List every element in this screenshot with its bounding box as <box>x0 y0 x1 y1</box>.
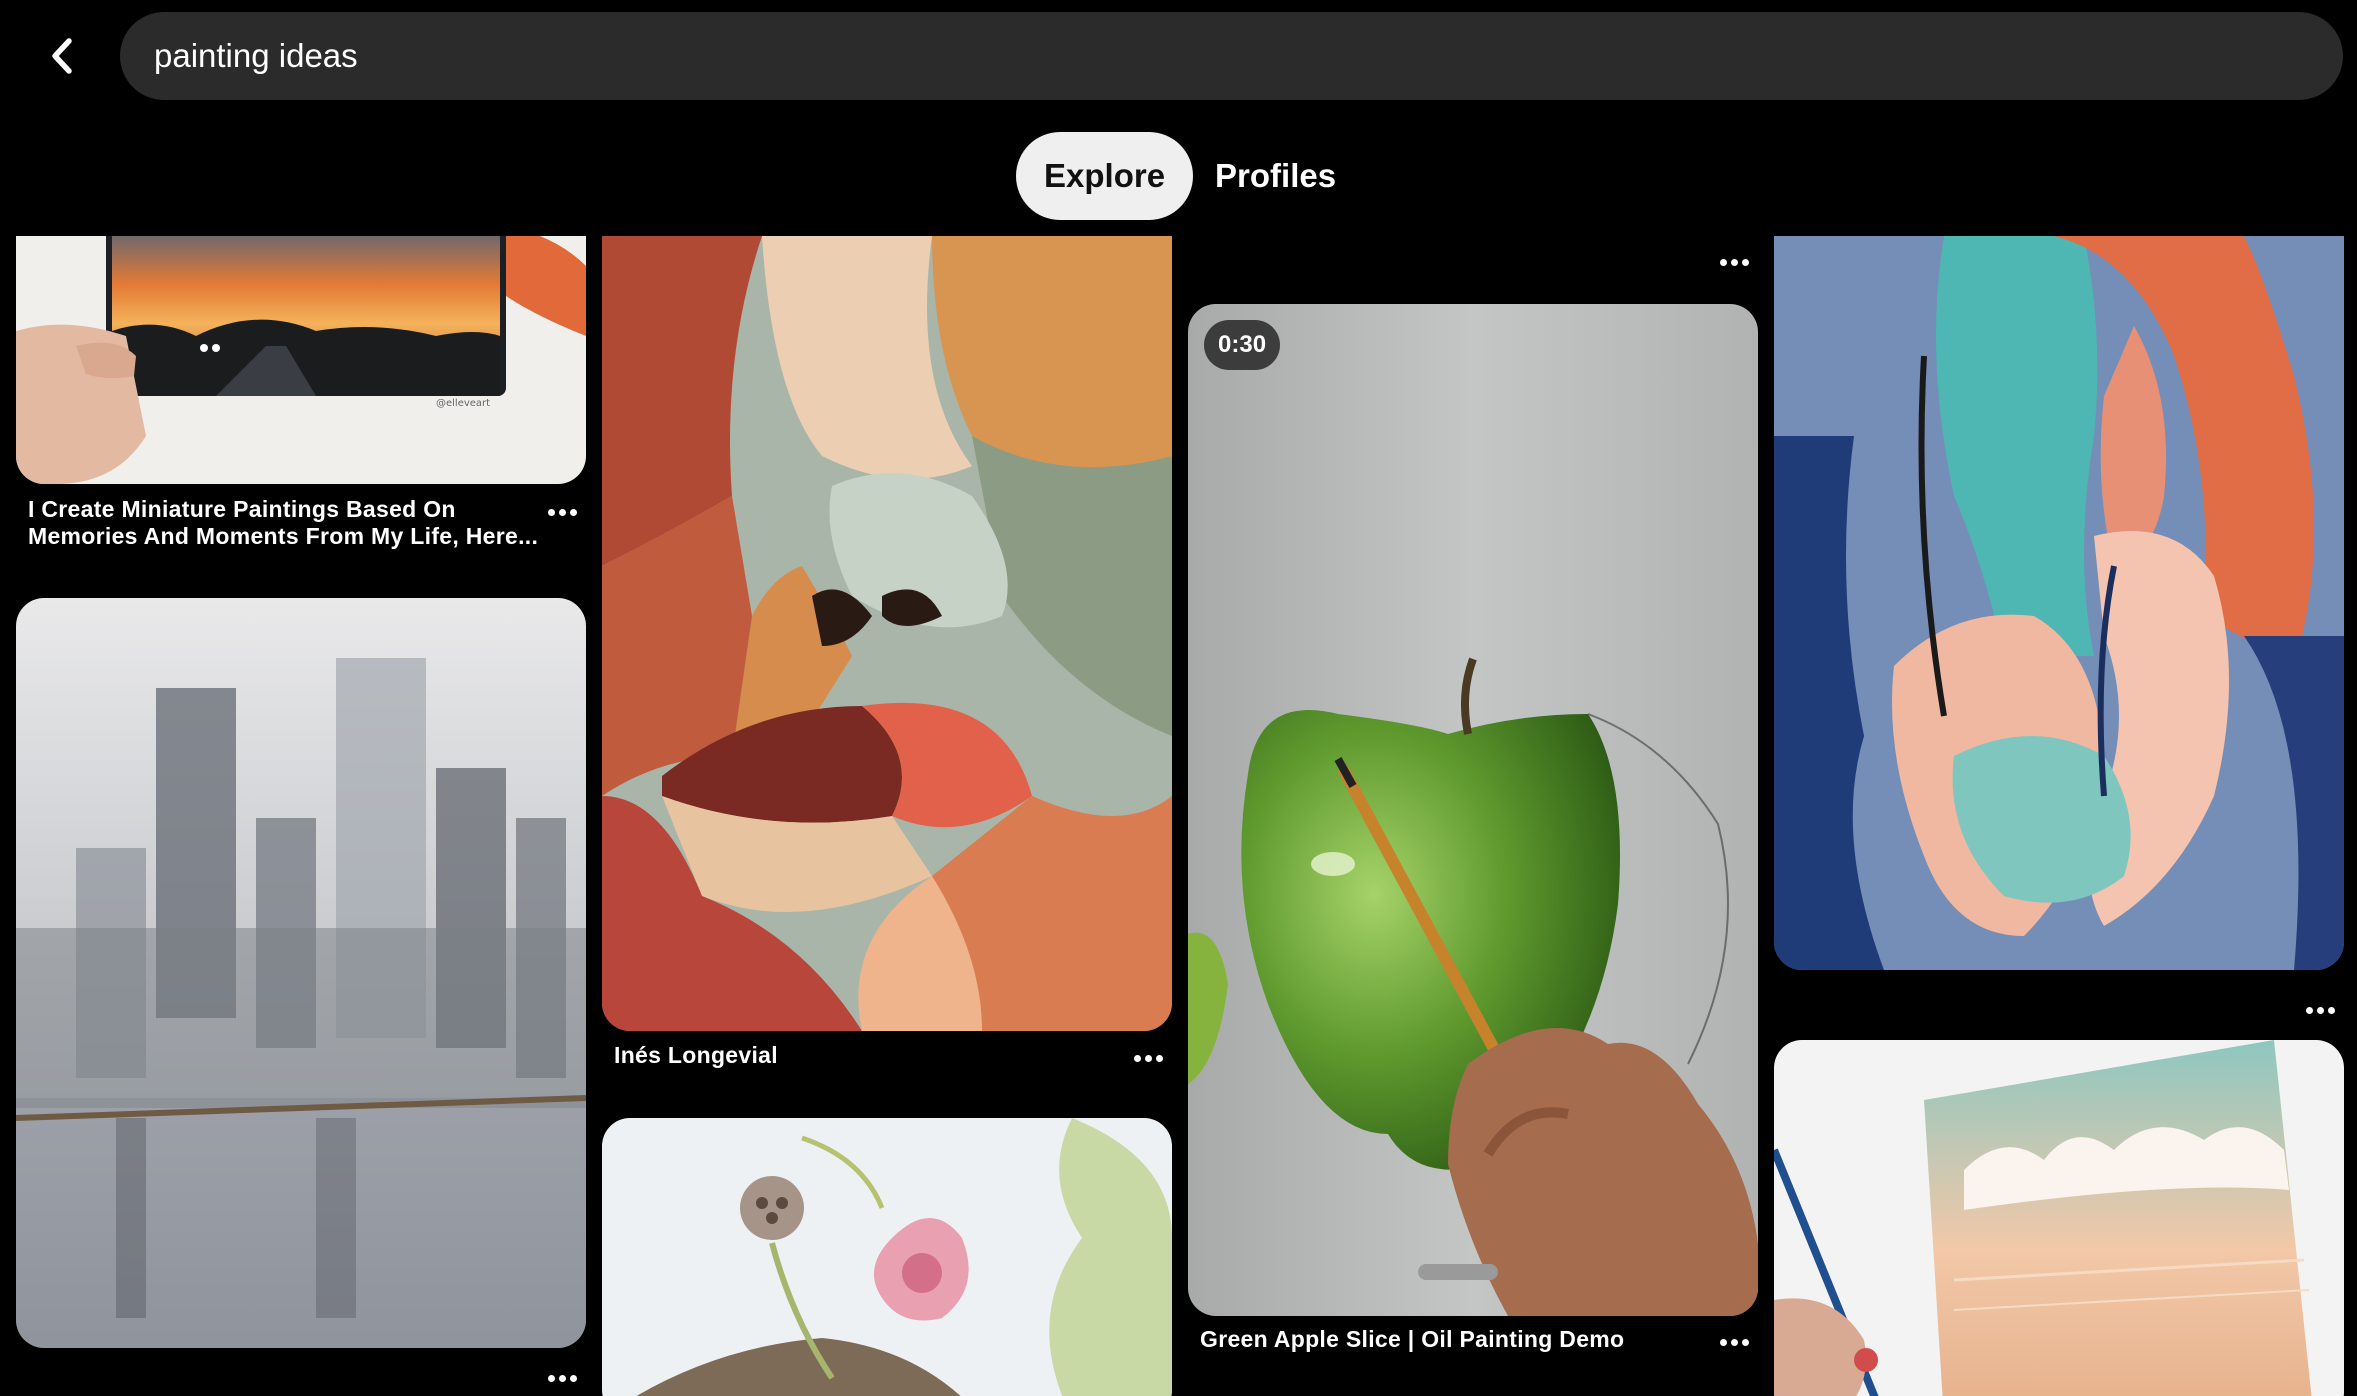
pin-video-green-apple[interactable] <box>1188 304 1758 1316</box>
svg-text:@elleveart: @elleveart <box>436 398 490 409</box>
more-options-button[interactable] <box>1128 1048 1168 1068</box>
video-duration-badge: 0:30 <box>1204 320 1281 370</box>
more-options-button[interactable] <box>542 502 582 522</box>
more-options-button[interactable] <box>542 1368 582 1388</box>
pin-image-figure-painting[interactable] <box>1774 236 2344 970</box>
pin-image-miniature-painting[interactable]: @elleveart <box>16 236 586 484</box>
chevron-left-icon <box>52 38 72 74</box>
pin-image-abstract-face[interactable] <box>602 236 1172 1031</box>
pin-title[interactable]: I Create Miniature Paintings Based On Me… <box>28 496 548 550</box>
search-tabs: Explore Profiles <box>1016 132 1364 220</box>
back-button[interactable] <box>36 28 88 84</box>
pin-title[interactable]: Green Apple Slice | Oil Painting Demo <box>1200 1326 1700 1353</box>
more-options-button[interactable] <box>2300 1000 2340 1020</box>
pin-image-lotus-watercolor[interactable] <box>602 1118 1172 1396</box>
pin-feed: @elleveart I Create Miniature Paintings … <box>0 236 2357 1396</box>
top-bar <box>0 0 2357 112</box>
tab-explore[interactable]: Explore <box>1016 132 1194 220</box>
search-input[interactable] <box>152 36 2343 76</box>
pin-image-sky-canvas[interactable] <box>1774 1040 2344 1396</box>
more-options-button[interactable] <box>1714 1332 1754 1352</box>
tab-profiles[interactable]: Profiles <box>1193 132 1364 220</box>
more-options-button[interactable] <box>1714 252 1754 272</box>
pin-image-city-skyline[interactable] <box>16 598 586 1348</box>
pin-title[interactable]: Inés Longevial <box>614 1042 1114 1069</box>
search-field[interactable] <box>120 12 2343 100</box>
